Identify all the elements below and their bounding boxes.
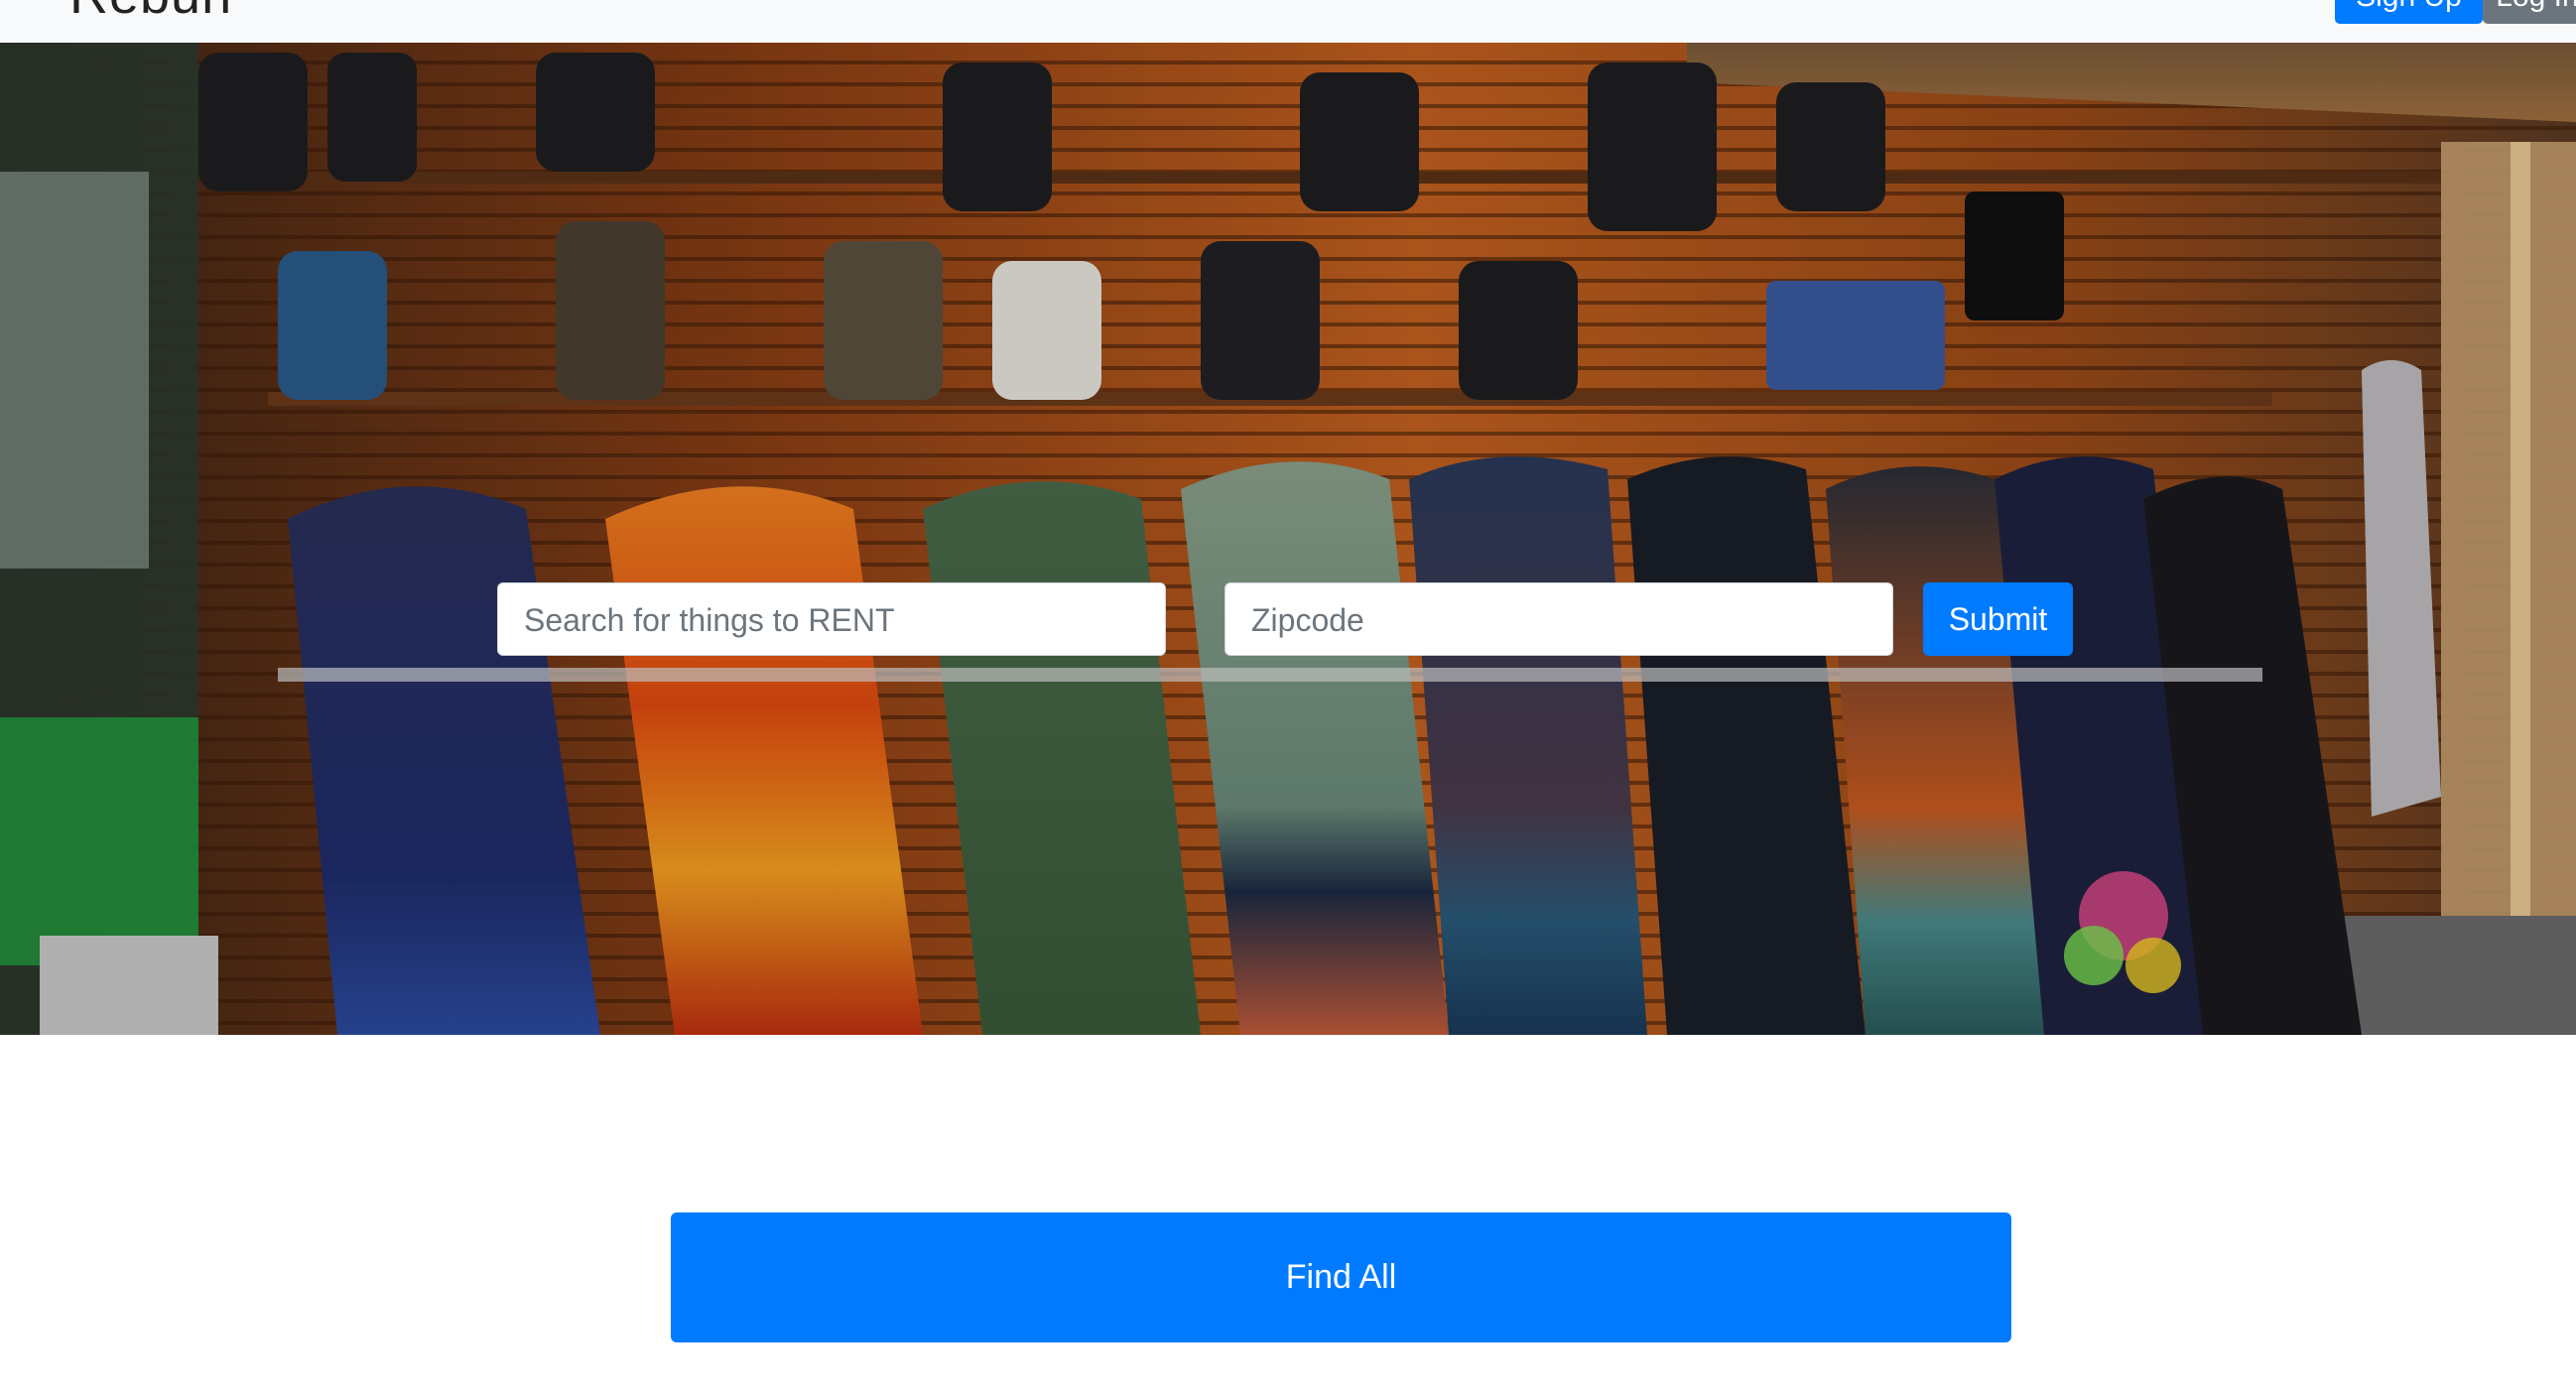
zipcode-input[interactable]: Zipcode [1224, 582, 1893, 656]
log-in-button[interactable]: Log In [2483, 0, 2576, 24]
hero-banner: Search for things to RENT Zipcode Submit [0, 43, 2576, 1035]
hero-image [0, 43, 2576, 1035]
sign-up-button[interactable]: Sign Up [2335, 0, 2483, 24]
brand-logo[interactable]: Rebun [69, 0, 232, 26]
find-all-button[interactable]: Find All [671, 1212, 2011, 1342]
submit-button[interactable]: Submit [1923, 582, 2073, 656]
navbar: Rebun Sign Up Log In [0, 0, 2576, 43]
search-input[interactable]: Search for things to RENT [497, 582, 1166, 656]
